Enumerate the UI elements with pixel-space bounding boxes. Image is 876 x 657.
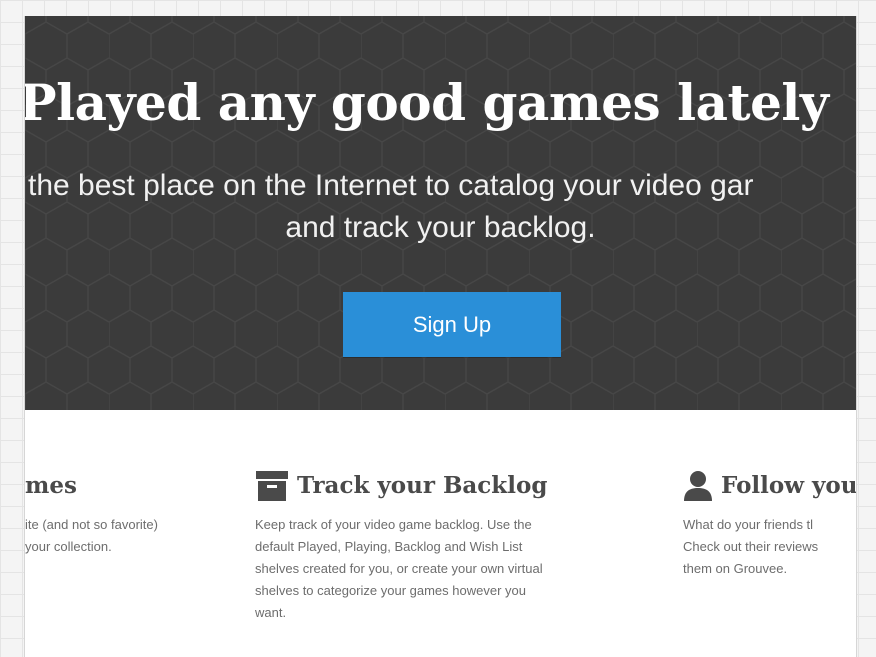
feature-games: mes ite (and not so favorite) your colle… <box>25 466 158 558</box>
feature-follow-line: Check out their reviews <box>683 539 819 554</box>
feature-track-backlog-description: Keep track of your video game backlog. U… <box>255 514 625 624</box>
feature-follow-description: What do your friends tl Check out their … <box>683 514 856 580</box>
feature-follow: Follow you What do your friends tl Check… <box>683 466 857 580</box>
feature-games-description: ite (and not so favorite) your collectio… <box>25 514 158 558</box>
feature-track-backlog-line: want. <box>255 605 287 620</box>
feature-track-backlog-line: default Played, Playing, Backlog and Wis… <box>255 539 523 554</box>
sign-up-button[interactable]: Sign Up <box>343 292 561 357</box>
hero-subtitle-line-1: the best place on the Internet to catalo… <box>28 169 754 202</box>
archive-box-icon <box>255 470 289 502</box>
hero-title: Played any good games lately <box>25 73 829 132</box>
feature-follow-line: them on Grouvee. <box>683 561 788 576</box>
feature-follow-line: What do your friends tl <box>683 517 814 532</box>
feature-track-backlog: Track your Backlog Keep track of your vi… <box>255 466 625 624</box>
feature-track-backlog-title: Track your Backlog <box>255 466 625 506</box>
page-frame: Played any good games lately the best pl… <box>24 16 857 657</box>
feature-follow-title-text: Follow you <box>721 472 857 499</box>
hero-subtitle-line-2: and track your backlog. <box>285 211 596 244</box>
feature-track-backlog-line: shelves to categorize your games however… <box>255 583 526 598</box>
feature-games-title: mes <box>25 466 158 506</box>
feature-track-backlog-line: shelves created for you, or create your … <box>255 561 543 576</box>
hero-banner: Played any good games lately the best pl… <box>25 16 856 410</box>
person-icon <box>683 470 713 502</box>
feature-follow-title: Follow you <box>683 466 857 506</box>
feature-games-title-text: mes <box>25 472 77 499</box>
feature-games-line: your collection. <box>25 539 112 554</box>
feature-games-line: ite (and not so favorite) <box>25 517 158 532</box>
feature-track-backlog-line: Keep track of your video game backlog. U… <box>255 517 532 532</box>
feature-track-backlog-title-text: Track your Backlog <box>297 472 548 499</box>
